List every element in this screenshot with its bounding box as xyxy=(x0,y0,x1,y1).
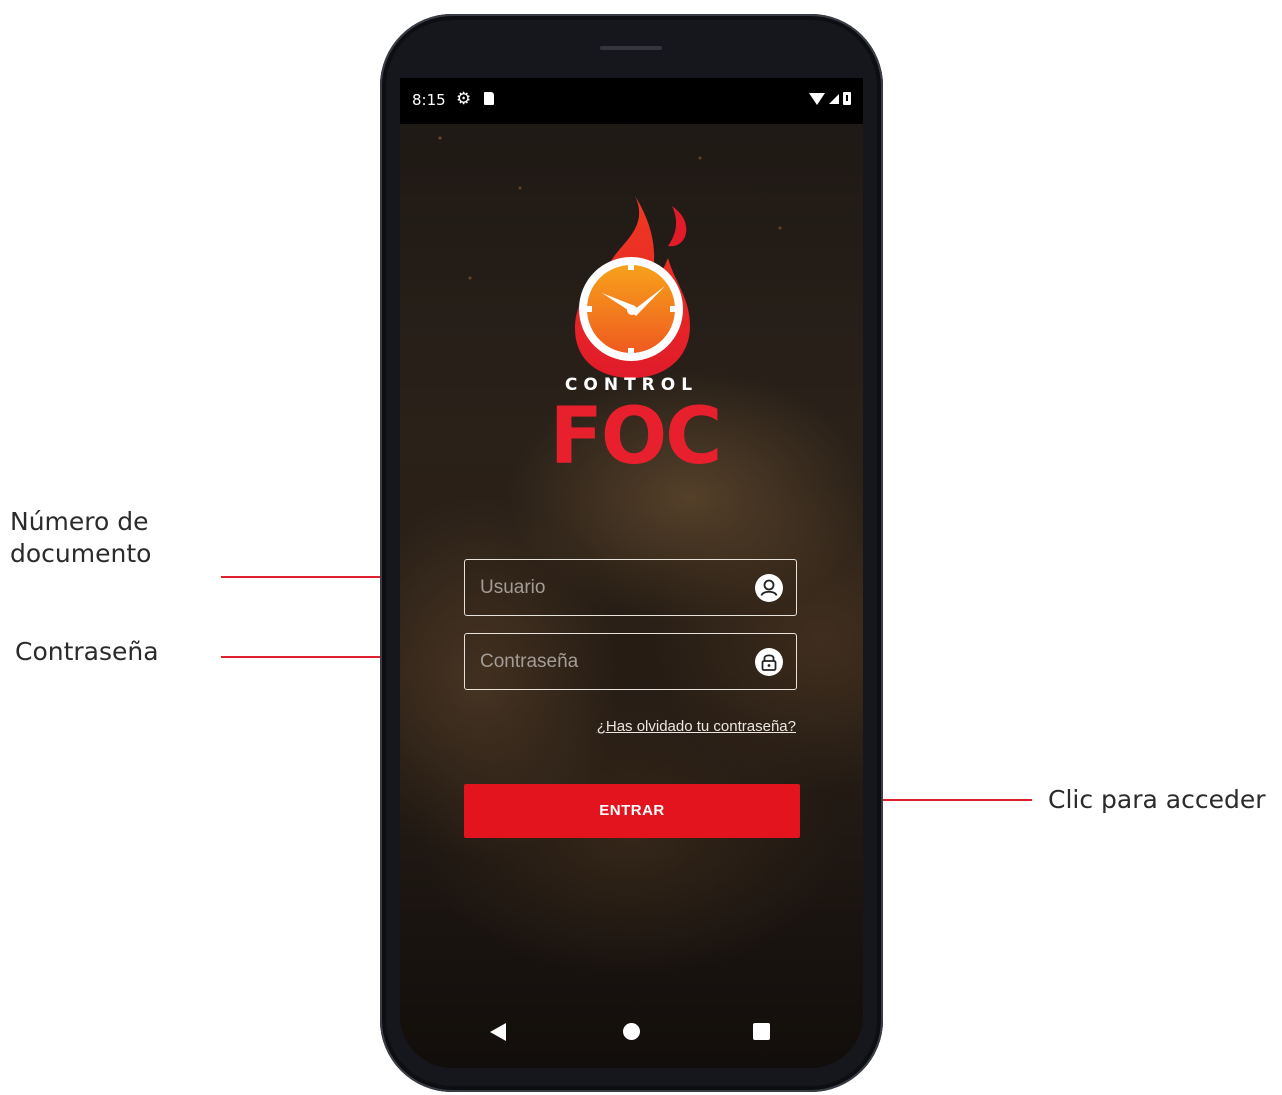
recents-icon[interactable] xyxy=(753,1023,770,1040)
enter-button[interactable]: ENTRAR xyxy=(464,784,800,838)
password-field[interactable]: Contraseña xyxy=(464,633,797,690)
status-indicators xyxy=(809,92,851,105)
flame-clock-icon xyxy=(575,196,690,378)
gear-icon: ⚙ xyxy=(456,89,472,108)
phone-frame: 8:15 ⚙ CONTROL FOC Usuario Contraseña ¿H… xyxy=(380,14,883,1092)
battery-icon xyxy=(843,92,851,105)
status-bar: 8:15 ⚙ xyxy=(400,78,863,124)
back-icon[interactable] xyxy=(490,1023,506,1041)
phone-speaker xyxy=(600,46,662,50)
signal-icon xyxy=(829,93,839,104)
lock-icon xyxy=(755,648,783,676)
username-placeholder: Usuario xyxy=(480,577,546,598)
sd-card-icon xyxy=(484,92,494,105)
annotation-user-label: Número de documento xyxy=(10,507,152,568)
user-icon xyxy=(755,574,783,602)
annotation-enter-label: Clic para acceder xyxy=(1048,785,1266,814)
home-icon[interactable] xyxy=(623,1023,640,1040)
username-field[interactable]: Usuario xyxy=(464,559,797,616)
wifi-icon xyxy=(809,92,825,105)
app-logo: CONTROL FOC xyxy=(540,188,740,488)
forgot-password-link[interactable]: ¿Has olvidado tu contraseña? xyxy=(597,718,796,735)
status-time: 8:15 xyxy=(412,91,446,109)
logo-text-foc: FOC xyxy=(549,392,723,482)
annotation-password-label: Contraseña xyxy=(15,637,159,666)
app-screen: 8:15 ⚙ CONTROL FOC Usuario Contraseña ¿H… xyxy=(400,78,863,1068)
password-placeholder: Contraseña xyxy=(480,651,579,672)
